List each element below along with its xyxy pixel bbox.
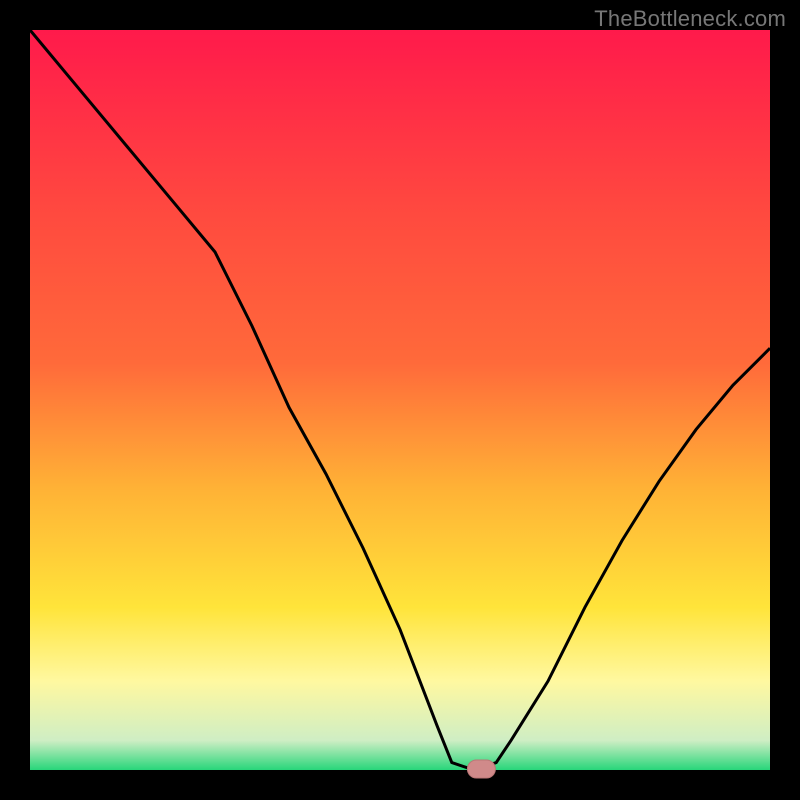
watermark-text: TheBottleneck.com — [594, 6, 786, 32]
chart-svg — [0, 0, 800, 800]
gradient-background — [30, 30, 770, 770]
optimal-point-marker — [467, 760, 495, 778]
bottleneck-chart: TheBottleneck.com — [0, 0, 800, 800]
